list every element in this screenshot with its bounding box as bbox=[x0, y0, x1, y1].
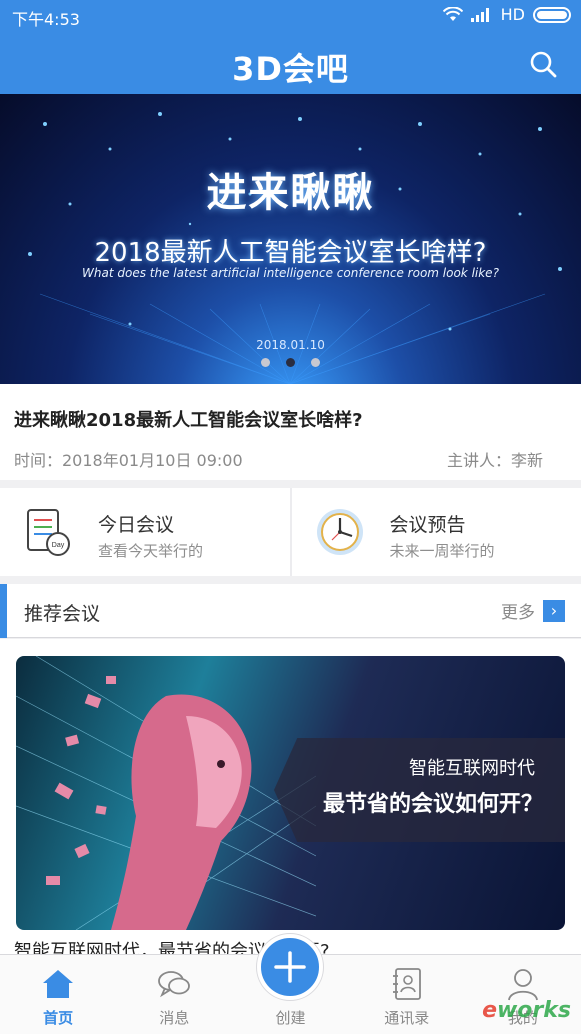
battery-icon bbox=[533, 6, 571, 23]
svg-text:Day: Day bbox=[52, 542, 65, 549]
recommended-card-image[interactable]: 智能互联网时代 最节省的会议如何开？ bbox=[16, 656, 565, 930]
today-meetings-subtitle: 查看今天举行的 bbox=[98, 542, 204, 560]
upcoming-meetings-entry[interactable]: 会议预告 未来一周举行的 bbox=[289, 488, 581, 576]
pager-dot[interactable] bbox=[311, 358, 320, 367]
article-title: 进来瞅瞅2018最新人工智能会议室长啥样? bbox=[14, 410, 363, 431]
banner-title: 进来瞅瞅 bbox=[206, 170, 375, 216]
more-link[interactable]: 更多 › bbox=[501, 598, 565, 623]
banner-carousel[interactable]: 进来瞅瞅 2018最新人工智能会议室长啥样? What does the lat… bbox=[0, 94, 581, 384]
banner-subtitle-en: What does the latest artificial intellig… bbox=[82, 266, 499, 280]
search-icon[interactable] bbox=[529, 50, 557, 78]
recommended-list: 智能互联网时代 最节省的会议如何开？ 智能互联网时代，最节省的会议如何开? bbox=[0, 639, 581, 954]
plus-icon bbox=[274, 951, 306, 983]
card-image-line1: 智能互联网时代 bbox=[409, 758, 535, 779]
upcoming-meetings-subtitle: 未来一周举行的 bbox=[389, 542, 495, 560]
pager-dot[interactable] bbox=[261, 358, 270, 367]
watermark-prefix: e bbox=[482, 998, 497, 1023]
tab-create-label: 创建 bbox=[275, 1009, 306, 1027]
calendar-day-icon: Day bbox=[27, 509, 70, 556]
status-time: 下午4:53 bbox=[12, 10, 80, 29]
featured-article[interactable]: 进来瞅瞅2018最新人工智能会议室长啥样? 时间：2018年01月10日 09:… bbox=[0, 384, 581, 480]
ai-face-illustration bbox=[16, 656, 316, 930]
upcoming-meetings-title: 会议预告 bbox=[389, 514, 466, 536]
card-image-line2: 最节省的会议如何开？ bbox=[322, 792, 543, 817]
tab-home-label: 首页 bbox=[43, 1009, 74, 1027]
tab-contacts-label: 通讯录 bbox=[384, 1009, 430, 1027]
banner-date: 2018.01.10 bbox=[256, 338, 325, 352]
tab-messages[interactable]: 消息 bbox=[116, 955, 232, 1034]
clock-icon bbox=[316, 509, 363, 555]
eworks-watermark: eworks bbox=[482, 998, 571, 1023]
tab-home[interactable]: 首页 bbox=[0, 955, 116, 1034]
section-title: 推荐会议 bbox=[24, 603, 101, 625]
status-icons: HD bbox=[442, 5, 571, 24]
wifi-icon bbox=[442, 6, 463, 21]
contacts-icon bbox=[392, 968, 421, 1000]
tab-messages-label: 消息 bbox=[159, 1009, 190, 1027]
create-button[interactable] bbox=[257, 934, 323, 1000]
today-meetings-entry[interactable]: Day 今日会议 查看今天举行的 bbox=[0, 488, 290, 576]
article-host: 主讲人：李新 bbox=[446, 451, 543, 470]
section-accent-bar bbox=[0, 584, 7, 638]
quick-entries: Day 今日会议 查看今天举行的 会议预告 未来一周举行的 bbox=[0, 488, 581, 576]
chat-icon bbox=[158, 971, 191, 998]
status-bar: 下午4:53 HD bbox=[0, 0, 581, 32]
recommended-section-header: 推荐会议 更多 › bbox=[0, 584, 581, 638]
network-type: HD bbox=[500, 5, 525, 24]
today-meetings-title: 今日会议 bbox=[98, 514, 175, 536]
banner-pager bbox=[0, 358, 581, 367]
home-icon bbox=[43, 970, 74, 998]
pager-dot-active[interactable] bbox=[286, 358, 295, 367]
app-title: 3D会吧 bbox=[232, 50, 349, 88]
banner-subtitle: 2018最新人工智能会议室长啥样? bbox=[94, 238, 487, 268]
article-time: 时间：2018年01月10日 09:00 bbox=[14, 451, 243, 470]
app-header: 3D会吧 bbox=[0, 32, 581, 94]
chevron-right-icon: › bbox=[543, 599, 565, 622]
tab-contacts[interactable]: 通讯录 bbox=[349, 955, 465, 1034]
signal-icon bbox=[470, 7, 489, 22]
more-label: 更多 bbox=[501, 603, 535, 623]
watermark-text: works bbox=[496, 998, 571, 1023]
